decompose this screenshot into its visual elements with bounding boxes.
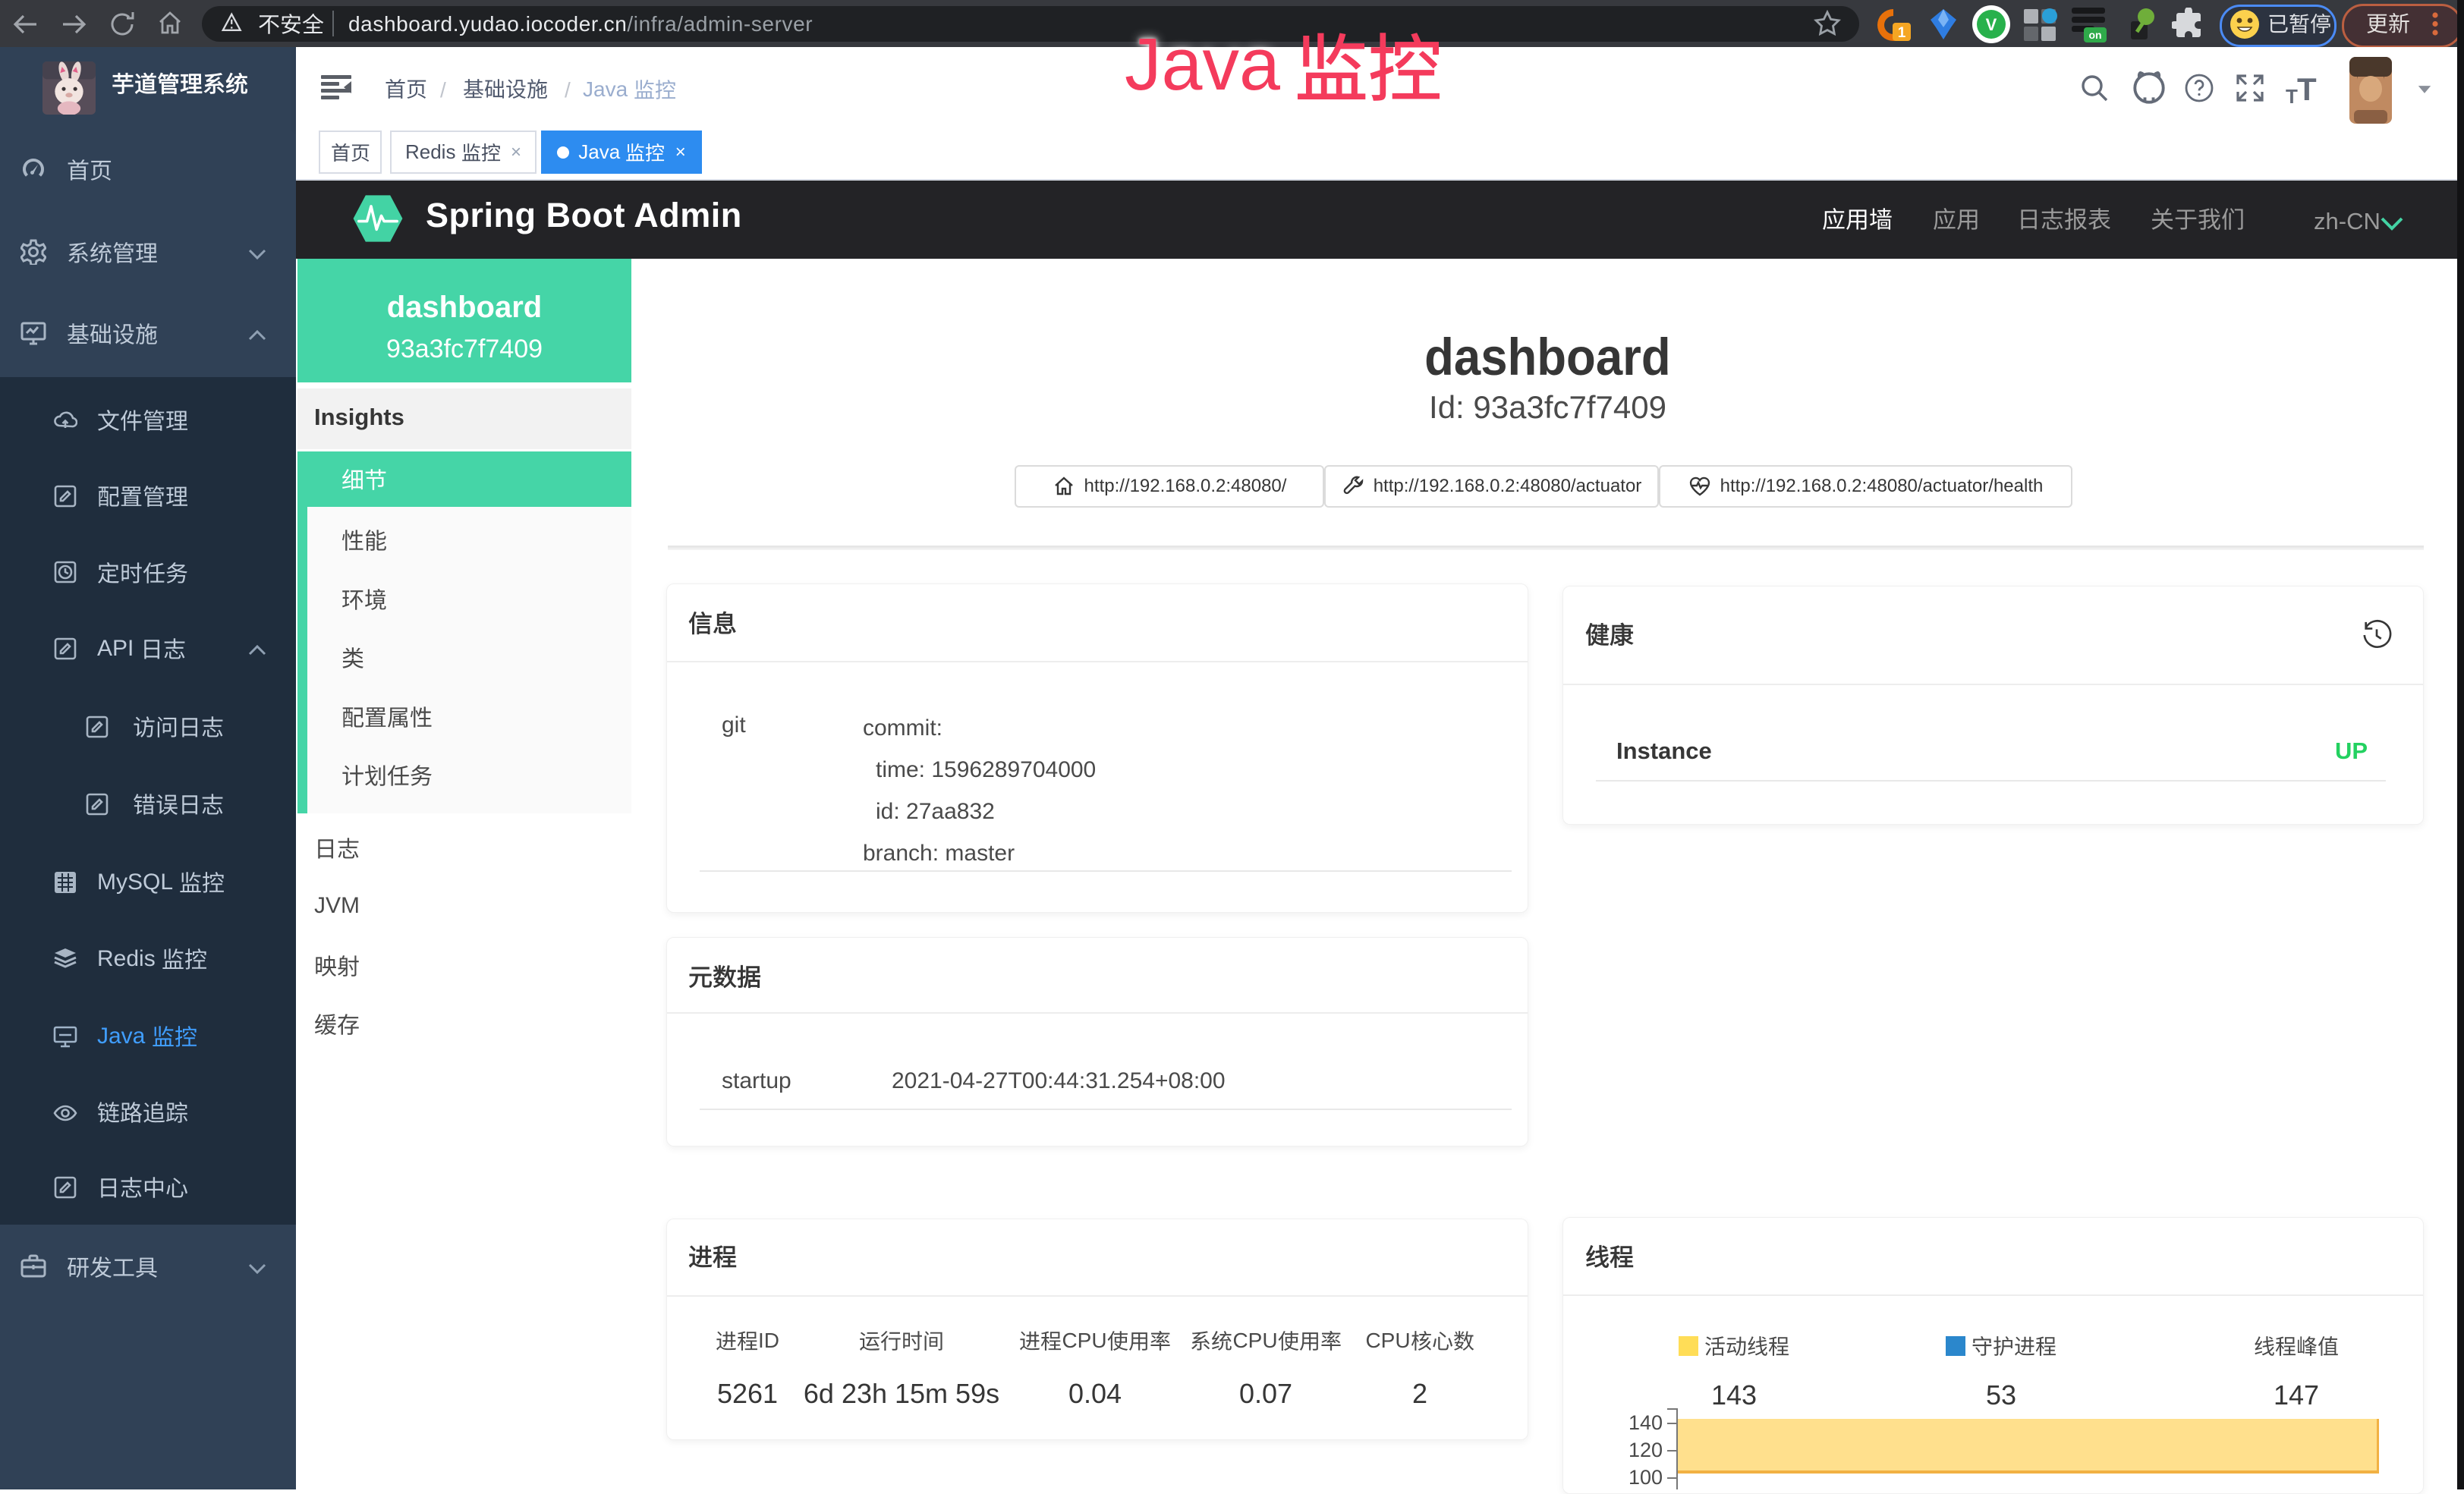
svg-text:1: 1 bbox=[1898, 25, 1906, 41]
svg-text:T: T bbox=[2286, 85, 2298, 105]
svg-text:T: T bbox=[2297, 74, 2317, 105]
svg-text:V: V bbox=[1986, 15, 1997, 34]
svg-text:on: on bbox=[2088, 29, 2101, 41]
